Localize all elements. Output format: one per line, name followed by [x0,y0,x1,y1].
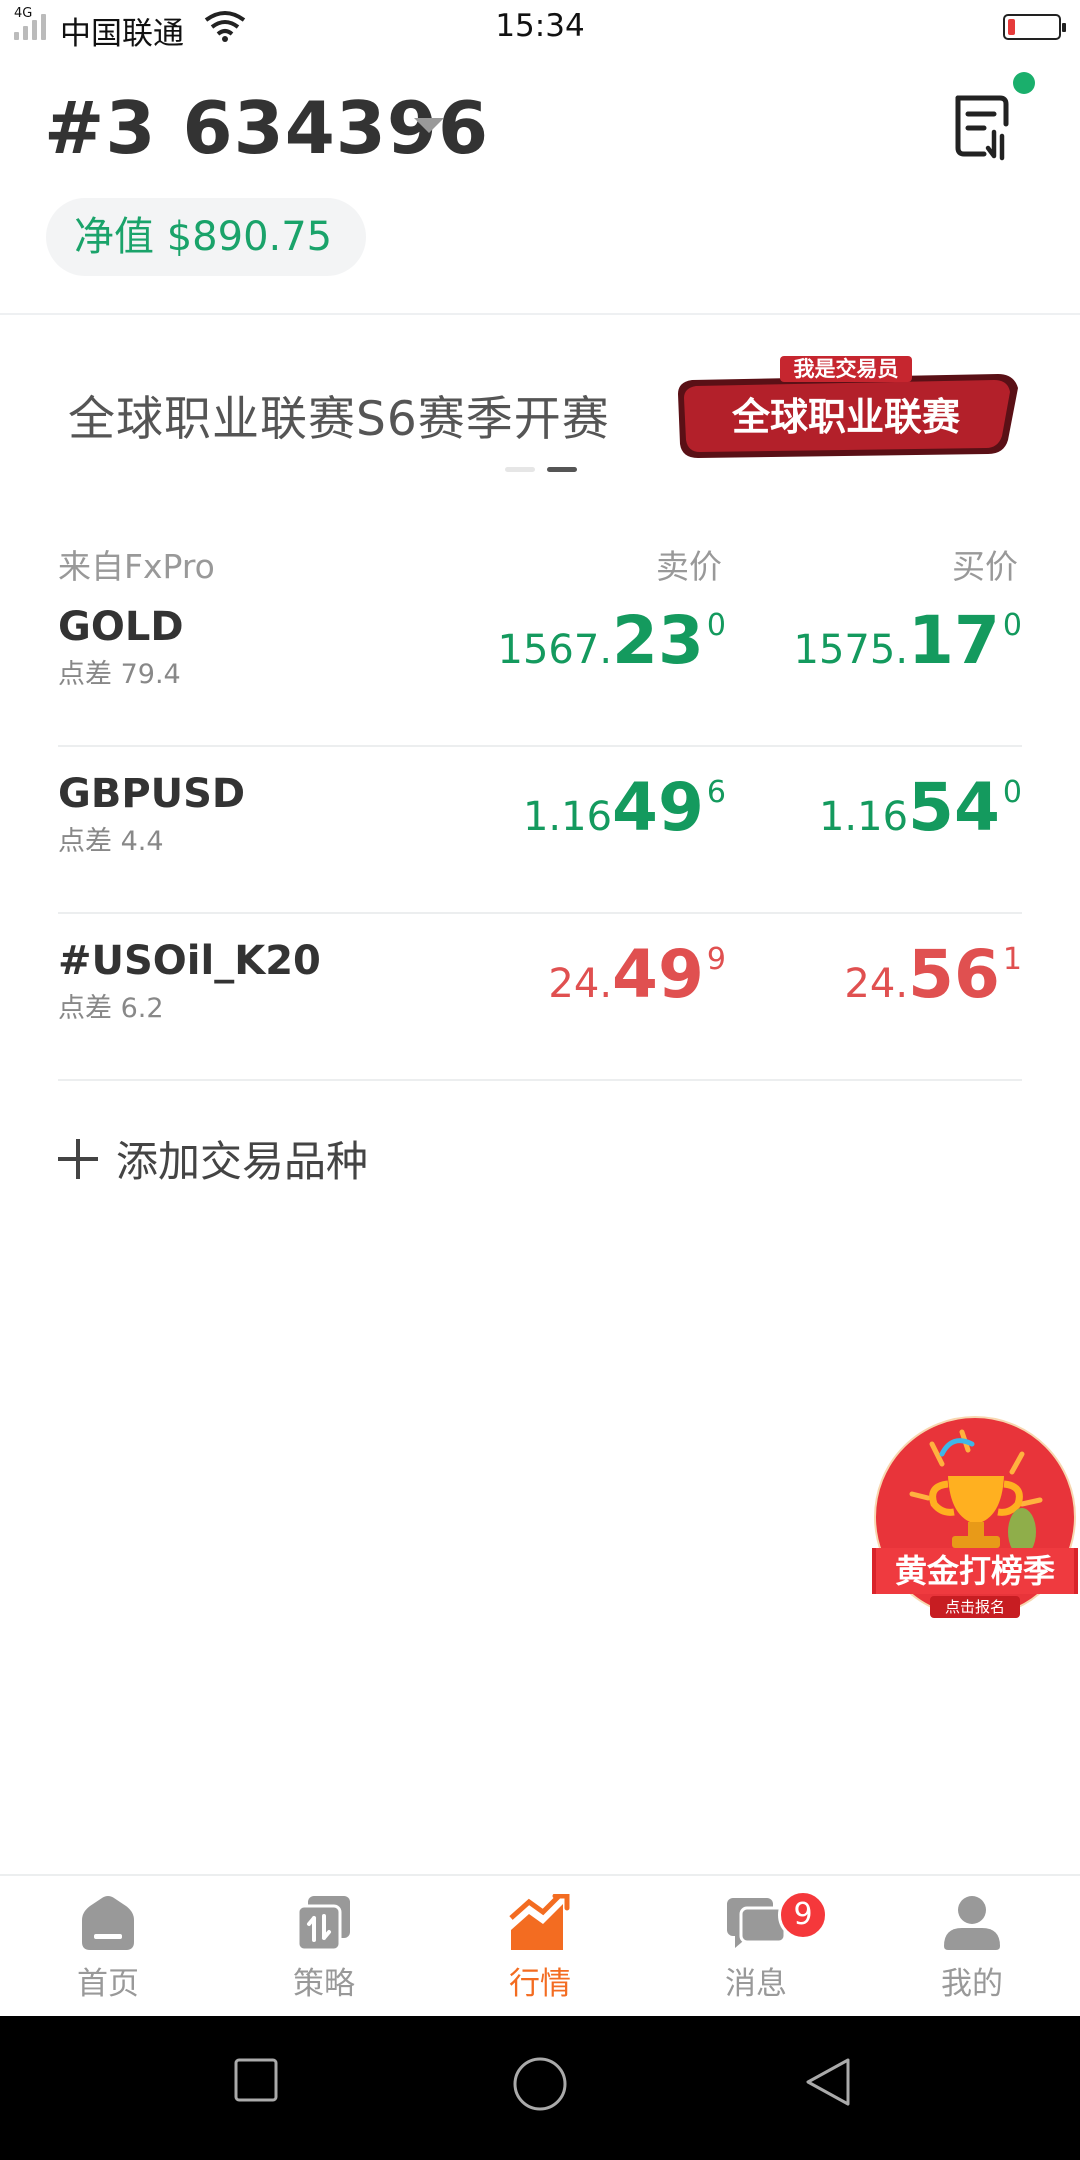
symbol-name: GOLD [58,604,184,650]
equity-pill: 净值 $890.75 [46,198,367,276]
add-symbol-label: 添加交易品种 [116,1137,369,1186]
equity-label: 净值 [74,214,154,260]
league-banner-logo[interactable]: 我是交易员 全球职业联赛 [668,354,1024,464]
svg-text:全球职业联赛: 全球职业联赛 [731,395,961,439]
tab-strategy[interactable]: 策略 [254,1894,394,2003]
buy-price[interactable]: 1.1654 0 [819,769,1022,846]
carousel-dot-active [547,467,577,472]
carousel-dot [505,467,535,472]
svg-text:黄金打榜季: 黄金打榜季 [895,1552,1055,1590]
order-history-icon[interactable] [950,92,1014,162]
spread: 点差 79.4 [58,659,181,690]
sell-price[interactable]: 24.49 9 [548,936,726,1013]
divider [0,313,1080,315]
quote-row-usoil[interactable]: #USOil_K20 点差 6.2 24.49 9 24.56 1 [58,914,1022,1081]
plus-icon [58,1138,98,1179]
chevron-down-icon[interactable] [414,118,444,133]
back-icon[interactable] [804,2056,852,2108]
recent-apps-icon[interactable] [232,2056,280,2104]
carousel-indicator [505,467,577,472]
message-icon [727,1898,787,1948]
buy-price[interactable]: 1575.17 0 [794,602,1022,679]
tab-messages[interactable]: 消息 9 [686,1890,828,2003]
battery-icon [1003,14,1066,40]
status-bar: 4G 中国联通 15:34 [0,0,1080,56]
home-icon [82,1896,134,1950]
gold-ranking-promo-button[interactable]: 黄金打榜季 点击报名 [872,1414,1078,1620]
tab-label: 我的 [941,1966,1003,2002]
tab-label: 消息 [725,1966,787,2002]
status-dot [1013,72,1035,94]
tab-label: 首页 [77,1966,139,2002]
tab-label: 策略 [293,1966,355,2002]
tab-label: 行情 [509,1966,571,2002]
symbol-name: #USOil_K20 [58,938,321,984]
tab-profile[interactable]: 我的 [902,1894,1042,2003]
equity-value: $890.75 [166,214,333,260]
spread: 点差 6.2 [58,993,164,1024]
clock: 15:34 [495,8,585,44]
strategy-icon [296,1896,350,1952]
spread: 点差 4.4 [58,826,164,857]
home-circle-icon[interactable] [512,2056,568,2112]
bottom-tab-bar: 首页 策略 行情 消息 9 我的 [0,1874,1080,2016]
banner-title[interactable]: 全球职业联赛S6赛季开赛 [68,380,610,449]
system-navigation-bar [0,2016,1080,2160]
svg-text:我是交易员: 我是交易员 [794,357,899,381]
market-chart-icon [509,1894,570,1950]
tab-home[interactable]: 首页 [38,1894,178,2003]
sell-price[interactable]: 1567.23 0 [498,602,726,679]
add-symbol-button[interactable]: 添加交易品种 [58,1128,368,1189]
profile-icon [944,1896,1000,1950]
quote-row-gold[interactable]: GOLD 点差 79.4 1567.23 0 1575.17 0 [58,580,1022,747]
symbol-name: GBPUSD [58,771,246,817]
tab-market[interactable]: 行情 [470,1894,610,2003]
buy-price[interactable]: 24.56 1 [844,936,1022,1013]
sell-price[interactable]: 1.1649 6 [523,769,726,846]
svg-text:点击报名: 点击报名 [945,1598,1005,1616]
quote-row-gbpusd[interactable]: GBPUSD 点差 4.4 1.1649 6 1.1654 0 [58,747,1022,914]
unread-badge: 9 [778,1890,828,1940]
